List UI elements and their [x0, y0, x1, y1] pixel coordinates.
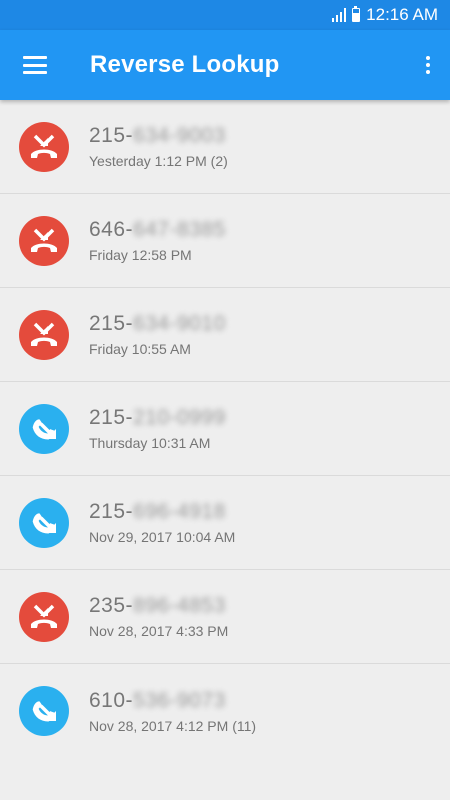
status-bar: 12:16 AM	[0, 0, 450, 30]
call-log-list: 215-634-9003 Yesterday 1:12 PM (2) 646-6…	[0, 100, 450, 758]
number-redacted: 634-9003	[133, 124, 226, 147]
menu-button[interactable]	[0, 30, 70, 100]
call-time: Yesterday 1:12 PM (2)	[89, 153, 228, 169]
call-time: Friday 10:55 AM	[89, 341, 191, 357]
missed-call-icon	[19, 309, 69, 360]
call-time: Nov 28, 2017 4:33 PM	[89, 623, 229, 639]
number-redacted: 696-4918	[133, 500, 226, 523]
battery-icon	[352, 6, 361, 22]
number-prefix: 215-	[89, 406, 134, 429]
overflow-menu-button[interactable]	[406, 30, 450, 100]
page-title: Reverse Lookup	[90, 51, 280, 78]
call-time: Nov 29, 2017 10:04 AM	[89, 529, 236, 545]
number-prefix: 215-	[89, 500, 134, 523]
outgoing-call-icon	[19, 497, 69, 548]
app-bar: Reverse Lookup	[0, 30, 450, 100]
call-time: Friday 12:58 PM	[89, 247, 192, 263]
outgoing-call-icon	[19, 403, 69, 454]
call-log-item-4[interactable]: 215-210-0999 Thursday 10:31 AM	[0, 382, 450, 476]
number-redacted: 634-9010	[133, 312, 226, 335]
call-time: Thursday 10:31 AM	[89, 435, 211, 451]
outgoing-call-icon	[19, 686, 69, 736]
phone-number: 610-536-9073	[89, 689, 256, 713]
call-log-item-3[interactable]: 215-634-9010 Friday 10:55 AM	[0, 288, 450, 382]
call-time: Nov 28, 2017 4:12 PM (11)	[89, 717, 257, 734]
more-vert-icon	[426, 56, 430, 74]
number-prefix: 646-	[89, 218, 134, 241]
number-redacted: 896-4853	[133, 594, 226, 617]
number-prefix: 610-	[89, 688, 134, 712]
number-prefix: 215-	[89, 312, 134, 335]
phone-number: 215-634-9010	[89, 312, 226, 336]
phone-number: 646-647-8385	[89, 218, 226, 242]
phone-number: 215-634-9003	[89, 124, 228, 148]
hamburger-icon	[23, 56, 47, 74]
missed-call-icon	[19, 591, 69, 642]
call-log-item-6[interactable]: 235-896-4853 Nov 28, 2017 4:33 PM	[0, 570, 450, 664]
call-log-item-5[interactable]: 215-696-4918 Nov 29, 2017 10:04 AM	[0, 476, 450, 570]
missed-call-icon	[19, 215, 69, 266]
number-redacted: 210-0999	[133, 406, 226, 429]
status-time: 12:16 AM	[366, 5, 438, 24]
missed-call-icon	[19, 121, 69, 172]
number-redacted: 536-9073	[133, 688, 226, 712]
phone-number: 215-696-4918	[89, 500, 235, 524]
number-prefix: 235-	[89, 594, 134, 617]
call-log-item-2[interactable]: 646-647-8385 Friday 12:58 PM	[0, 194, 450, 288]
phone-number: 215-210-0999	[89, 406, 226, 430]
call-log-item-7[interactable]: 610-536-9073 Nov 28, 2017 4:12 PM (11)	[0, 664, 450, 758]
signal-icon	[332, 8, 347, 22]
phone-number: 235-896-4853	[89, 594, 228, 618]
call-log-item-1[interactable]: 215-634-9003 Yesterday 1:12 PM (2)	[0, 100, 450, 194]
number-redacted: 647-8385	[133, 218, 226, 241]
number-prefix: 215-	[89, 124, 134, 147]
